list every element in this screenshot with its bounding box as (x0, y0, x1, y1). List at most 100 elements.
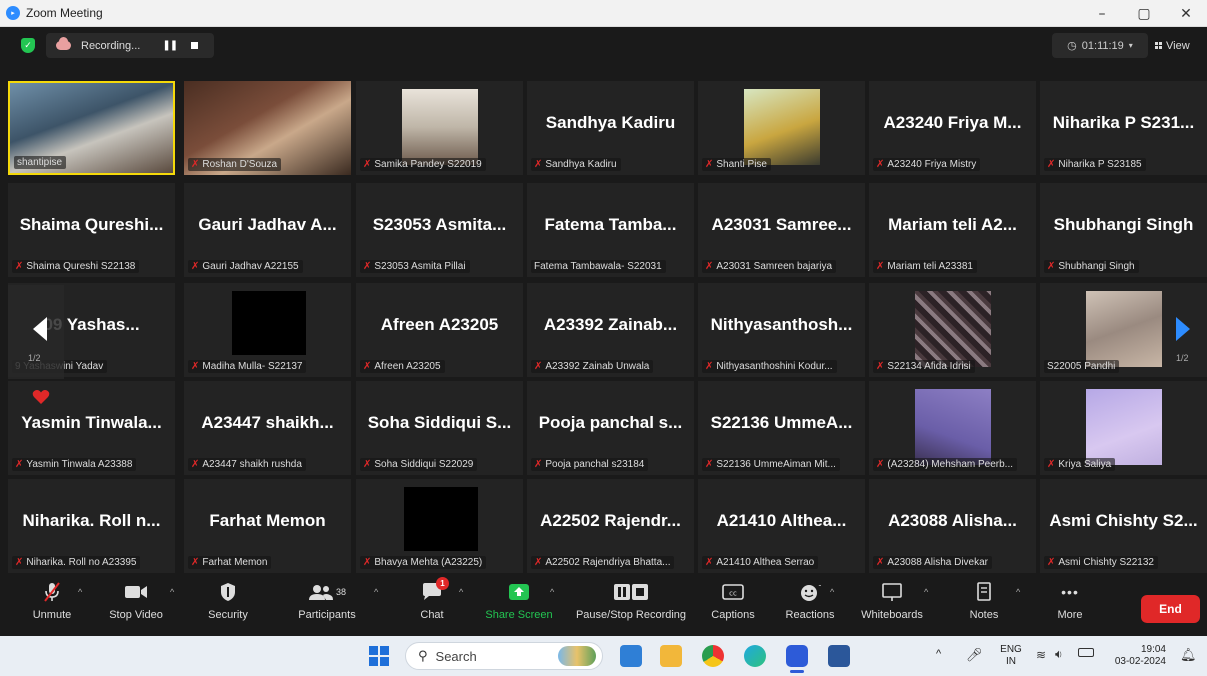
speaker-icon[interactable]: 🔉︎ (1055, 647, 1063, 662)
participant-tile[interactable]: A23392 Zainab... ✗ A23392 Zainab Unwala (527, 283, 694, 377)
video-options-chevron-icon[interactable]: ^ (170, 587, 174, 597)
previous-page-button[interactable]: 1/2 (8, 285, 64, 379)
participant-tile[interactable]: Nithyasanthosh... ✗ Nithyasanthoshini Kodu… (698, 283, 865, 377)
wifi-icon[interactable]: ≋ (1036, 648, 1046, 662)
zoom-taskbar-icon[interactable] (786, 645, 808, 667)
pause-stop-recording-button[interactable]: Pause/Stop Recording (570, 581, 692, 631)
participant-name-label: ✗ A22502 Rajendriya Bhatta... (531, 556, 675, 569)
participant-name-label: shantipise (14, 156, 67, 169)
stop-recording-icon[interactable] (191, 42, 199, 49)
chevron-left-icon (33, 317, 47, 341)
mic-muted-icon: ✗ (191, 261, 200, 272)
pause-recording-icon[interactable]: ❚❚ (162, 40, 178, 51)
participant-tile[interactable]: ✗ Madiha Mulla- S22137 (184, 283, 351, 377)
participant-name-text: S22005 Pandhi (1047, 361, 1116, 372)
participant-tile[interactable]: S23053 Asmita... ✗ S23053 Asmita Pillai (356, 183, 523, 277)
participant-display-name: Gauri Jadhav A... (198, 215, 337, 234)
participant-tile[interactable]: Niharika. Roll n... ✗ Niharika. Roll no A2… (8, 479, 175, 573)
participant-tile[interactable]: Sandhya Kadiru ✗ Sandhya Kadiru (527, 81, 694, 175)
participant-name-text: Yasmin Tinwala A23388 (26, 459, 133, 470)
more-button[interactable]: ••• More (1050, 581, 1090, 631)
participant-name-text: A23031 Samreen bajariya (716, 261, 833, 272)
mic-muted-icon: ✗ (363, 261, 372, 272)
view-button[interactable]: View (1155, 33, 1201, 58)
audio-options-chevron-icon[interactable]: ^ (78, 587, 82, 597)
participant-tile[interactable]: Gauri Jadhav A... ✗ Gauri Jadhav A22155 (184, 183, 351, 277)
notes-options-chevron-icon[interactable]: ^ (1016, 587, 1020, 597)
language-indicator[interactable]: ENG IN (996, 644, 1026, 668)
chat-button[interactable]: 1 Chat (414, 577, 450, 631)
participant-tile[interactable]: A21410 Althea... ✗ A21410 Althea Serrao (698, 479, 865, 573)
captions-button[interactable]: cc Captions (708, 581, 758, 631)
participant-tile[interactable]: ✗ (A23284) Mehsham Peerb... (869, 381, 1036, 475)
participant-tile[interactable]: Asmi Chishty S2... ✗ Asmi Chishty S22132 (1040, 479, 1207, 573)
chat-options-chevron-icon[interactable]: ^ (459, 587, 463, 597)
restore-button[interactable]: ▢ (1123, 0, 1165, 27)
participant-tile[interactable]: ✗ Kriya Saliya (1040, 381, 1207, 475)
reactions-options-chevron-icon[interactable]: ^ (830, 587, 834, 597)
share-screen-button[interactable]: Share Screen (484, 581, 554, 631)
participant-tile[interactable]: shantipise (8, 81, 175, 175)
participant-tile[interactable]: Niharika P S231... ✗ Niharika P S23185 (1040, 81, 1207, 175)
chrome-icon[interactable] (702, 645, 724, 667)
participant-name-label: ✗ Yasmin Tinwala A23388 (12, 458, 137, 471)
close-button[interactable]: ✕ (1165, 0, 1207, 27)
participant-tile[interactable]: ✗ Samika Pandey S22019 (356, 81, 523, 175)
mic-muted-icon: ✗ (191, 557, 200, 568)
mail-app-icon[interactable] (620, 645, 642, 667)
captions-icon: cc (722, 584, 744, 600)
participant-tile[interactable]: Shaima Qureshi... ✗ Shaima Qureshi S22138 (8, 183, 175, 277)
word-icon[interactable] (828, 645, 850, 667)
meeting-timer[interactable]: ◷ 01:11:19 ▾ (1052, 33, 1148, 58)
participant-tile[interactable]: Shubhangi Singh ✗ Shubhangi Singh (1040, 183, 1207, 277)
stop-video-button[interactable]: Stop Video (104, 581, 168, 631)
windows-start-icon[interactable] (368, 645, 390, 667)
participant-tile[interactable]: A23031 Samree... ✗ A23031 Samreen bajariya (698, 183, 865, 277)
unmute-button[interactable]: Unmute (28, 581, 76, 631)
participant-tile[interactable]: ✗ Bhavya Mehta (A23225) (356, 479, 523, 573)
participant-tile[interactable]: Farhat Memon ✗ Farhat Memon (184, 479, 351, 573)
participants-options-chevron-icon[interactable]: ^ (374, 587, 378, 597)
reactions-smiley-icon: + (801, 582, 821, 601)
share-options-chevron-icon[interactable]: ^ (550, 587, 554, 597)
minimize-button[interactable]: – (1081, 0, 1123, 27)
participant-display-name: Asmi Chishty S2... (1049, 511, 1198, 530)
participant-tile[interactable]: A23088 Alisha... ✗ A23088 Alisha Divekar (869, 479, 1036, 573)
participant-tile[interactable]: ✗ S22134 Afida Idrisi (869, 283, 1036, 377)
tray-chevron-up-icon[interactable]: ^ (936, 648, 941, 660)
participant-video-off (404, 487, 478, 551)
taskbar-search-input[interactable]: ⚲ Search (405, 642, 603, 670)
participant-tile[interactable]: Afreen A23205 ✗ Afreen A23205 (356, 283, 523, 377)
mic-muted-icon: ✗ (363, 557, 372, 568)
tray-microphone-icon[interactable]: 🎤︎ (966, 647, 983, 663)
notifications-bell-icon[interactable]: 🔔︎ (1180, 647, 1197, 663)
chat-label: Chat (420, 609, 444, 621)
participant-tile[interactable]: Soha Siddiqui S... ✗ Soha Siddiqui S22029 (356, 381, 523, 475)
participant-name-text: A23447 shaikh rushda (202, 459, 302, 470)
participant-tile[interactable]: A23240 Friya M... ✗ A23240 Friya Mistry (869, 81, 1036, 175)
whiteboards-options-chevron-icon[interactable]: ^ (924, 587, 928, 597)
participants-button[interactable]: 38 Participants (292, 581, 362, 631)
whiteboards-button[interactable]: Whiteboards (856, 581, 928, 631)
participant-tile[interactable]: S22136 UmmeA... ✗ S22136 UmmeAiman Mit... (698, 381, 865, 475)
participant-tile[interactable]: ✗ Shanti Pise (698, 81, 865, 175)
next-page-button[interactable]: 1/2 (1164, 285, 1204, 379)
battery-icon[interactable] (1078, 648, 1094, 657)
participant-name-label: ✗ A21410 Althea Serrao (702, 556, 819, 569)
end-meeting-button[interactable]: End (1141, 595, 1200, 623)
participant-tile[interactable]: Fatema Tamba... Fatema Tambawala- S22031 (527, 183, 694, 277)
security-button[interactable]: Security (202, 581, 254, 631)
participant-tile[interactable]: Mariam teli A2... ✗ Mariam teli A23381 (869, 183, 1036, 277)
edge-icon[interactable] (744, 645, 766, 667)
participant-tile[interactable]: A22502 Rajendr... ✗ A22502 Rajendriya Bhat… (527, 479, 694, 573)
participant-tile[interactable]: ✗ Roshan D'Souza (184, 81, 351, 175)
mic-muted-icon: ✗ (15, 459, 24, 470)
notes-button[interactable]: Notes (960, 581, 1008, 631)
encryption-shield-icon[interactable]: ✓ (21, 38, 35, 53)
participant-tile[interactable]: A23447 shaikh... ✗ A23447 shaikh rushda (184, 381, 351, 475)
participant-tile[interactable]: Yasmin Tinwala... ✗ Yasmin Tinwala A23388 (8, 381, 175, 475)
file-explorer-icon[interactable] (660, 645, 682, 667)
participant-display-name: A22502 Rajendr... (540, 511, 681, 530)
clock-date[interactable]: 19:04 03-02-2024 (1106, 644, 1166, 668)
participant-tile[interactable]: Pooja panchal s... ✗ Pooja panchal s23184 (527, 381, 694, 475)
